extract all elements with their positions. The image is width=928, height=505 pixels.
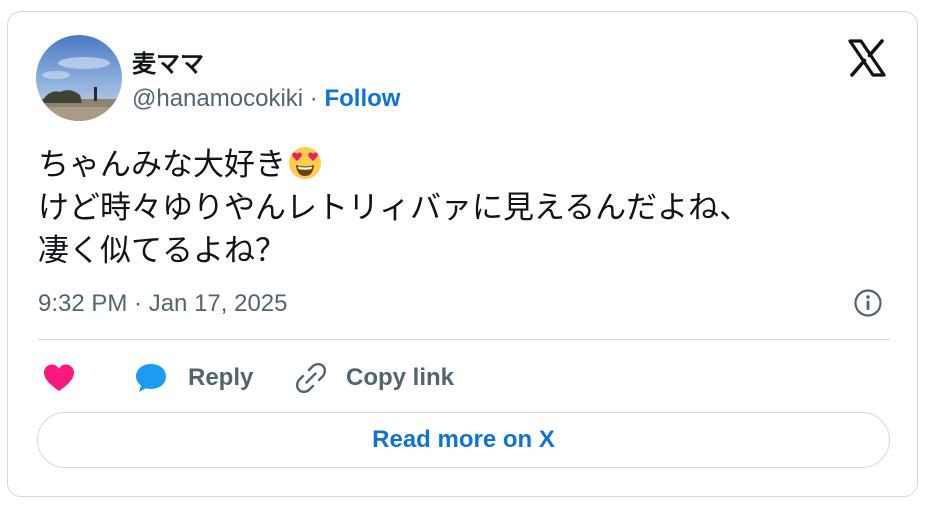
tweet-text-line-1: ちゃんみな大好き (38, 147, 286, 182)
tweet-timestamp[interactable]: 9:32 PM · Jan 17, 2025 (38, 290, 288, 318)
handle-row: @hanamocokiki · Follow (132, 85, 400, 113)
read-more-button[interactable]: Read more on X (37, 412, 890, 468)
avatar[interactable] (36, 35, 122, 121)
author-handle[interactable]: @hanamocokiki (132, 85, 303, 112)
author-name[interactable]: 麦ママ (132, 44, 204, 79)
info-icon[interactable] (853, 288, 883, 318)
heart-icon (44, 364, 74, 391)
reply-label: Reply (188, 364, 254, 391)
read-more-label: Read more on X (372, 426, 555, 453)
follow-button[interactable]: Follow (324, 85, 400, 112)
link-icon (295, 362, 327, 394)
reply-button[interactable]: Reply (134, 360, 253, 396)
speech-bubble-icon (136, 364, 166, 392)
like-button[interactable] (43, 360, 75, 396)
copy-link-button[interactable]: Copy link (295, 360, 454, 396)
tweet-text-line-2: けど時々ゆりやんレトリィバァに見えるんだよね、 (38, 190, 751, 225)
x-logo-icon[interactable] (847, 38, 887, 78)
separator-dot: · (309, 85, 318, 112)
copy-link-label: Copy link (346, 364, 455, 391)
tweet-text-line-3: 凄く似てるよね？ (38, 233, 286, 268)
tweet-text-line: ちゃんみな大好き (38, 143, 750, 186)
heart-eyes-emoji-icon (288, 146, 322, 180)
tweet-text: ちゃんみな大好き けど時々ゆりやんレトリィバァに見えるんだよね、 凄く似てるよね… (38, 143, 750, 272)
divider (38, 339, 890, 340)
